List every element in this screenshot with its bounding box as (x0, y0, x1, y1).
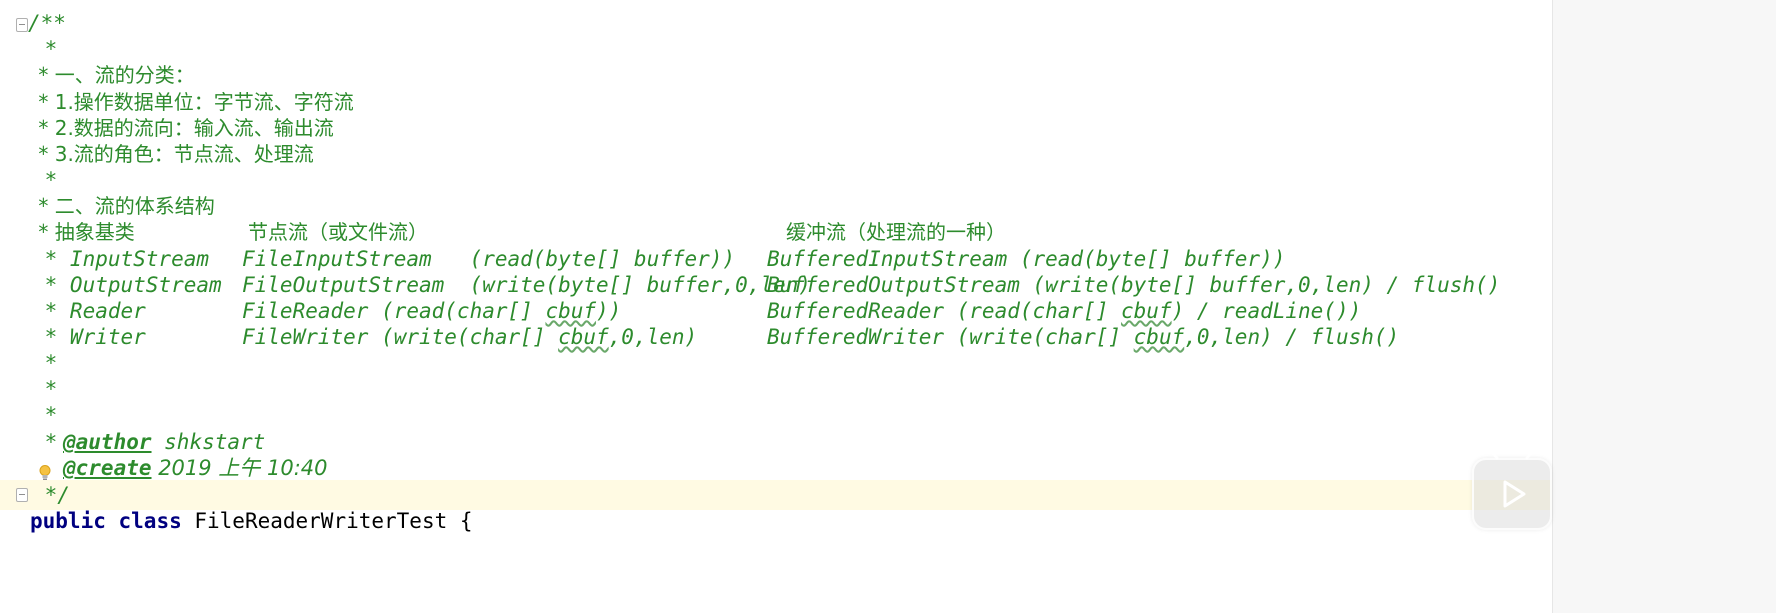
table-cell-buffered: BufferedInputStream (read(byte[] buffer)… (767, 247, 1286, 271)
comment-line: * 一、流的分类： (32, 63, 195, 87)
typo-highlight[interactable]: cbuf (1134, 325, 1185, 349)
table-cell-buffered: BufferedReader (read(char[] cbuf) / read… (767, 299, 1361, 323)
comment-line: * 2.数据的流向：输入流、输出流 (32, 116, 334, 140)
table-cell-buffered: BufferedOutputStream (write(byte[] buffe… (767, 273, 1501, 297)
comment-line: * 1.操作数据单位：字节流、字符流 (32, 90, 354, 114)
comment-line: * (32, 351, 58, 375)
comment-line: * (32, 403, 58, 427)
class-name: FileReaderWriterTest { (181, 509, 473, 533)
fold-icon[interactable] (16, 488, 28, 502)
comment-line: * (32, 168, 58, 192)
table-cell-base: * OutputStream (32, 273, 222, 297)
comment-end: */ (32, 483, 70, 507)
table-cell-buffered: BufferedWriter (write(char[] cbuf,0,len)… (767, 325, 1399, 349)
code-fragment: FileWriter (write(char[] (242, 325, 559, 349)
create-line: @create 2019 上午 10:40 (63, 456, 328, 480)
typo-highlight[interactable]: cbuf (545, 299, 596, 323)
keyword-class: class (118, 509, 182, 533)
javadoc-tag-author: @author (63, 430, 152, 454)
table-cell-node: FileWriter (write(char[] cbuf,0,len) (242, 325, 697, 349)
table-header-node: 节点流（或文件流） (248, 220, 428, 244)
code-fragment: BufferedWriter (write(char[] (767, 325, 1134, 349)
play-triangle-icon (1503, 480, 1526, 508)
table-cell-base: * InputStream (32, 247, 210, 271)
table-cell-base: * Writer (32, 325, 146, 349)
comment-line: * 3.流的角色：节点流、处理流 (32, 142, 314, 166)
code-line-9[interactable]: * 抽象基类 节点流（或文件流） 缓冲流（处理流的一种） (0, 217, 1776, 247)
comment-line: * 二、流的体系结构 (32, 194, 215, 218)
typo-highlight[interactable]: cbuf (1121, 299, 1172, 323)
comment-start: /** (28, 11, 66, 35)
author-line: @author shkstart (63, 430, 265, 454)
keyword-public: public (30, 509, 106, 533)
comment-star: * (32, 430, 58, 454)
class-declaration: public class FileReaderWriterTest { (30, 509, 473, 533)
create-value: 2019 上午 10:40 (151, 456, 328, 480)
author-value: shkstart (151, 430, 266, 454)
code-fragment: BufferedReader (read(char[] (767, 299, 1122, 323)
editor-right-area (1553, 0, 1776, 613)
code-fragment: ,0,len) / flush() (1184, 325, 1400, 349)
code-editor[interactable]: /** * * 一、流的分类： * 1.操作数据单位：字节流、字符流 * 2.数… (0, 0, 1776, 613)
table-header-buffered: 缓冲流（处理流的一种） (786, 220, 1006, 244)
tv-ear-icon (1487, 446, 1499, 460)
fold-icon[interactable] (16, 18, 28, 32)
comment-line: * (32, 377, 58, 401)
table-cell-base: * Reader (32, 299, 146, 323)
code-fragment: )) (596, 299, 622, 323)
comment-line: * (32, 37, 58, 61)
tv-ear-icon (1525, 446, 1537, 460)
play-button-icon[interactable] (1472, 446, 1552, 530)
code-line-3[interactable]: * 一、流的分类： (0, 60, 1776, 90)
table-cell-node: FileOutputStream (write(byte[] buffer,0,… (242, 273, 811, 297)
table-cell-node: FileReader (read(char[] cbuf)) (242, 299, 621, 323)
code-fragment: ) / readLine()) (1171, 299, 1362, 323)
typo-highlight[interactable]: cbuf (558, 325, 609, 349)
code-fragment: FileReader (read(char[] (242, 299, 546, 323)
javadoc-tag-create: @create (63, 456, 152, 480)
table-cell-node: FileInputStream (read(byte[] buffer)) (242, 247, 736, 271)
intention-bulb-icon[interactable] (38, 464, 52, 482)
table-header-abstract: * 抽象基类 (32, 220, 135, 244)
code-fragment: ,0,len) (608, 325, 698, 349)
code-line-16[interactable]: * (0, 400, 1776, 430)
